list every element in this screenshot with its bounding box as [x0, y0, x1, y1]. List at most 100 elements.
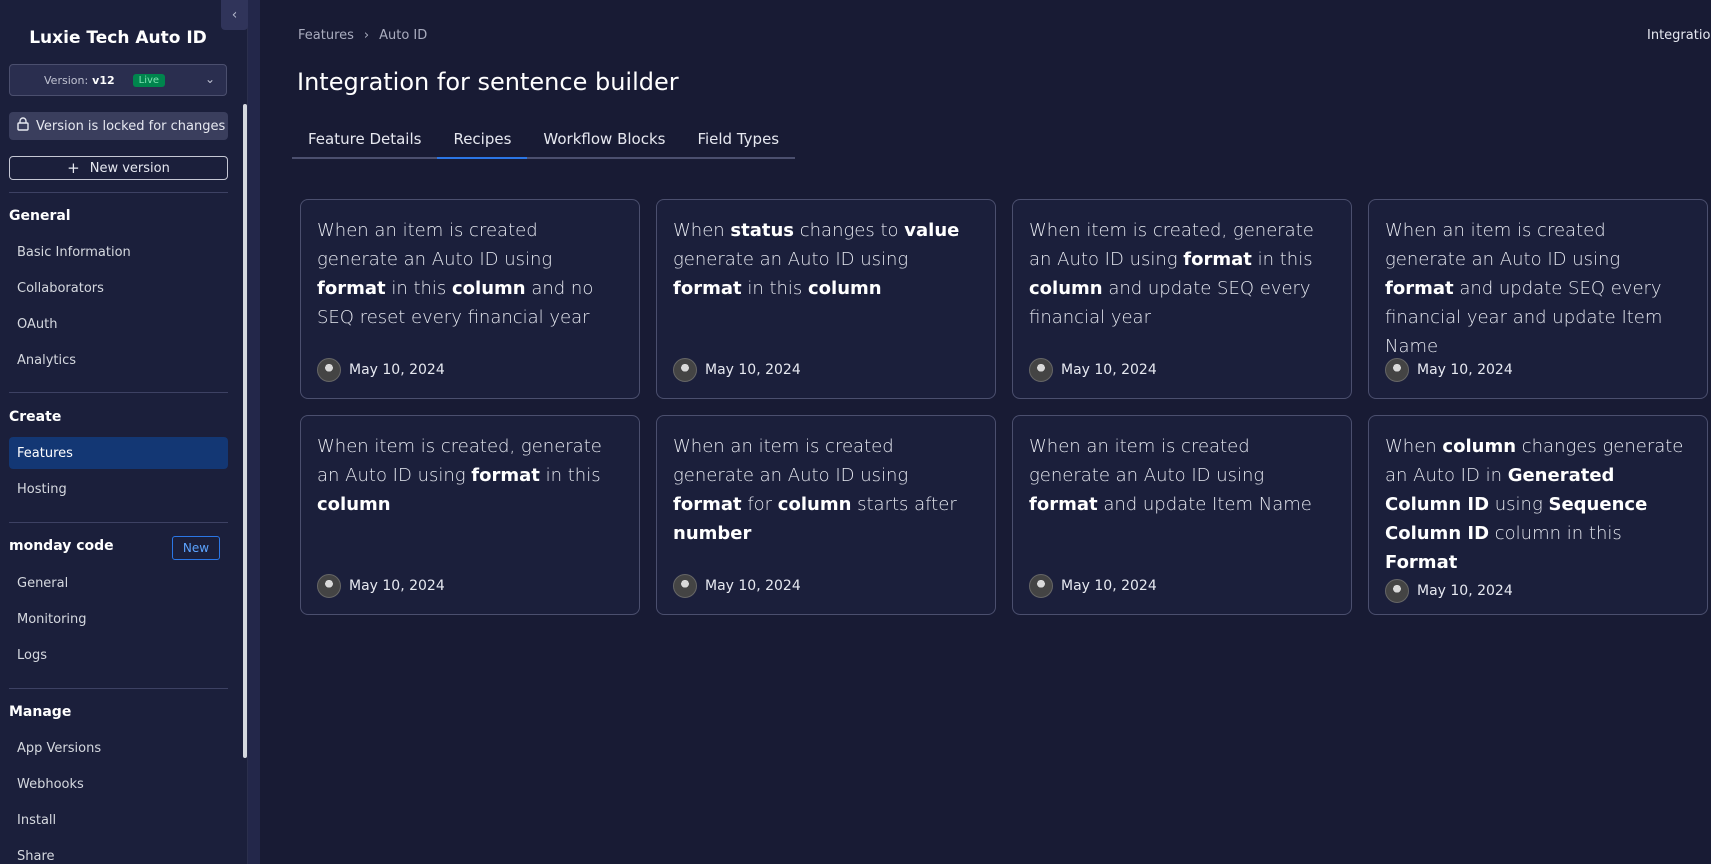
sidebar-item-hosting[interactable]: Hosting — [9, 473, 228, 505]
recipe-card[interactable]: When an item is created generate an Auto… — [300, 199, 640, 399]
recipe-card[interactable]: When status changes to value generate an… — [656, 199, 996, 399]
recipe-footer: May 10, 2024 — [1385, 579, 1513, 603]
section-title-create: Create — [9, 409, 62, 425]
recipe-text: in this — [539, 465, 601, 486]
tab-field-types[interactable]: Field Types — [681, 120, 795, 157]
recipe-sentence: When an item is created generate an Auto… — [673, 432, 979, 548]
recipe-card[interactable]: When an item is created generate an Auto… — [1012, 415, 1352, 615]
sidebar-item-code-general[interactable]: General — [9, 567, 228, 599]
sidebar-item-share[interactable]: Share — [9, 840, 228, 864]
avatar — [673, 574, 697, 598]
recipe-card[interactable]: When column changes generate an Auto ID … — [1368, 415, 1708, 615]
avatar — [1385, 579, 1409, 603]
sidebar-scrollbar[interactable] — [243, 104, 247, 758]
sidebar-item-monitoring[interactable]: Monitoring — [9, 603, 228, 635]
recipe-sentence: When item is created, generate an Auto I… — [317, 432, 623, 519]
recipe-date: May 10, 2024 — [1061, 578, 1157, 594]
recipe-text: When an item is created generate an Auto… — [673, 436, 909, 486]
version-locked-text: Version is locked for changes — [36, 118, 226, 134]
sidebar: Luxie Tech Auto ID Version: v12 Live ⌄ V… — [0, 0, 248, 864]
sidebar-item-basic-information[interactable]: Basic Information — [9, 236, 228, 268]
recipe-text: generate an Auto ID using — [673, 249, 909, 270]
recipe-field-token: column — [808, 278, 882, 299]
tab-feature-details[interactable]: Feature Details — [292, 120, 437, 157]
new-version-label: New version — [89, 160, 170, 176]
recipe-text: When — [1385, 436, 1443, 457]
recipe-sentence: When an item is created generate an Auto… — [1029, 432, 1335, 519]
integration-label[interactable]: Integration — [1647, 28, 1711, 43]
recipe-field-token: format — [1385, 278, 1454, 299]
avatar — [673, 358, 697, 382]
version-prefix: Version: — [44, 73, 89, 87]
recipe-text: using — [1489, 494, 1549, 515]
recipe-field-token: column — [777, 494, 852, 515]
recipe-footer: May 10, 2024 — [673, 574, 801, 598]
sidebar-item-collaborators[interactable]: Collaborators — [9, 272, 228, 304]
tab-recipes[interactable]: Recipes — [437, 120, 528, 159]
breadcrumb: Features › Auto ID — [298, 28, 427, 43]
recipe-footer: May 10, 2024 — [317, 358, 445, 382]
recipe-card[interactable]: When item is created, generate an Auto I… — [1012, 199, 1352, 399]
tab-bar: Feature Details Recipes Workflow Blocks … — [292, 120, 796, 159]
recipe-date: May 10, 2024 — [705, 362, 801, 378]
new-version-button[interactable]: + New version — [9, 156, 228, 180]
avatar — [317, 574, 341, 598]
recipe-footer: May 10, 2024 — [673, 358, 801, 382]
recipe-field-token: format — [471, 465, 540, 486]
recipe-text: and update Item Name — [1097, 494, 1312, 515]
breadcrumb-item-auto-id[interactable]: Auto ID — [379, 28, 427, 43]
sidebar-gutter — [248, 0, 260, 864]
recipe-date: May 10, 2024 — [1061, 362, 1157, 378]
chevron-right-icon: › — [363, 28, 370, 43]
recipe-sentence: When item is created, generate an Auto I… — [1029, 216, 1335, 332]
recipe-text: for — [741, 494, 778, 515]
recipe-field-token: value — [904, 220, 960, 241]
recipe-sentence: When an item is created generate an Auto… — [1385, 216, 1691, 361]
recipe-field-token: format — [673, 278, 742, 299]
recipe-text: column in this — [1489, 523, 1622, 544]
recipe-footer: May 10, 2024 — [1385, 358, 1513, 382]
recipe-field-token: number — [673, 523, 752, 544]
recipe-card[interactable]: When an item is created generate an Auto… — [1368, 199, 1708, 399]
breadcrumb-item-features[interactable]: Features — [298, 28, 354, 43]
recipe-text: in this — [385, 278, 453, 299]
version-value: v12 — [92, 73, 115, 87]
recipe-card[interactable]: When an item is created generate an Auto… — [656, 415, 996, 615]
recipe-footer: May 10, 2024 — [1029, 358, 1157, 382]
sidebar-item-analytics[interactable]: Analytics — [9, 344, 228, 376]
sidebar-item-features[interactable]: Features — [9, 437, 228, 469]
recipe-field-token: column — [1029, 278, 1103, 299]
version-locked-notice: Version is locked for changes — [9, 112, 228, 140]
recipe-text: When an item is created generate an Auto… — [317, 220, 553, 270]
recipe-field-token: format — [673, 494, 742, 515]
page-title: Integration for sentence builder — [297, 68, 679, 96]
chevron-left-icon[interactable]: ‹ — [221, 0, 248, 30]
live-status-badge: Live — [132, 73, 166, 87]
app-title: Luxie Tech Auto ID — [29, 28, 207, 48]
sidebar-item-logs[interactable]: Logs — [9, 639, 228, 671]
recipe-field-token: format — [1183, 249, 1252, 270]
recipe-text: in this — [741, 278, 809, 299]
tab-workflow-blocks[interactable]: Workflow Blocks — [527, 120, 681, 157]
chevron-down-icon: ⌄ — [204, 72, 215, 86]
avatar — [317, 358, 341, 382]
avatar — [1385, 358, 1409, 382]
recipe-text: When an item is created generate an Auto… — [1029, 436, 1265, 486]
recipe-field-token: column — [317, 494, 391, 515]
recipe-card[interactable]: When item is created, generate an Auto I… — [300, 415, 640, 615]
recipe-field-token: format — [317, 278, 386, 299]
divider — [9, 192, 228, 193]
recipe-footer: May 10, 2024 — [1029, 574, 1157, 598]
sidebar-item-app-versions[interactable]: App Versions — [9, 732, 228, 764]
recipe-text: changes to — [794, 220, 905, 241]
recipe-text: When an item is created generate an Auto… — [1385, 220, 1621, 270]
recipe-field-token: column — [1442, 436, 1517, 457]
avatar — [1029, 574, 1053, 598]
plus-icon: + — [67, 159, 80, 177]
recipe-text: When — [673, 220, 731, 241]
divider — [9, 688, 228, 689]
sidebar-item-oauth[interactable]: OAuth — [9, 308, 228, 340]
sidebar-item-webhooks[interactable]: Webhooks — [9, 768, 228, 800]
sidebar-item-install[interactable]: Install — [9, 804, 228, 836]
version-dropdown[interactable]: Version: v12 Live ⌄ — [9, 64, 227, 96]
